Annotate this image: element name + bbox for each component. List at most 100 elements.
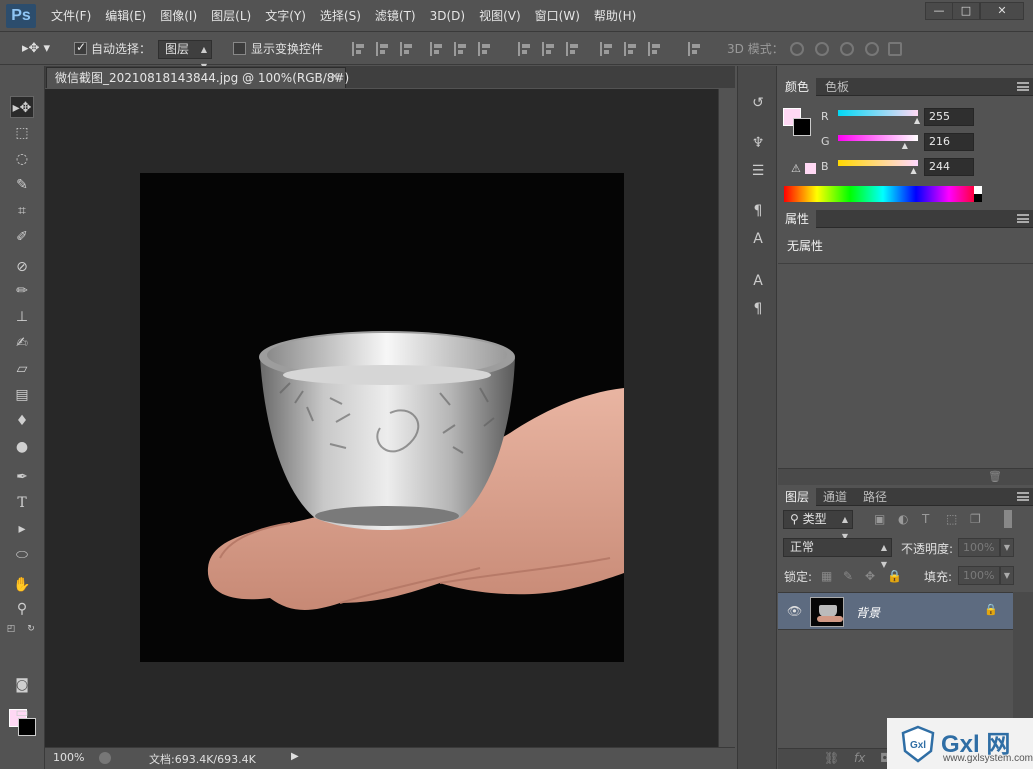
character-styles-icon[interactable]: A bbox=[749, 230, 767, 248]
status-info-icon[interactable] bbox=[99, 752, 111, 764]
healing-brush-tool-icon[interactable]: ⊘ bbox=[10, 256, 34, 278]
align-right-icon[interactable] bbox=[478, 42, 492, 56]
panel-menu-icon[interactable] bbox=[1017, 82, 1029, 91]
tab-swatches[interactable]: 色板 bbox=[818, 78, 856, 96]
layer-style-icon[interactable]: fx bbox=[854, 751, 865, 765]
path-select-tool-icon[interactable]: ▸ bbox=[10, 518, 34, 540]
quick-mask-icon[interactable]: ◙ bbox=[10, 674, 34, 696]
channel-b-slider[interactable] bbox=[838, 160, 918, 166]
align-bottom-icon[interactable] bbox=[400, 42, 414, 56]
gamut-warning-icon[interactable]: ⚠ bbox=[791, 162, 801, 175]
document-tab[interactable]: 微信截图_20210818143844.jpg @ 100%(RGB/8#) bbox=[46, 67, 349, 88]
minimize-button[interactable]: — bbox=[925, 2, 953, 20]
slide-3d-icon[interactable] bbox=[865, 42, 879, 56]
menu-window[interactable]: 窗口(W) bbox=[528, 0, 587, 32]
filter-shape-icon[interactable]: ⬚ bbox=[946, 512, 957, 526]
trash-icon[interactable]: 🗑 bbox=[988, 470, 1002, 483]
visibility-eye-icon[interactable]: 👁 bbox=[787, 604, 802, 618]
auto-align-icon[interactable] bbox=[688, 42, 702, 56]
menu-edit[interactable]: 编辑(E) bbox=[98, 0, 153, 32]
pen-tool-icon[interactable]: ✒ bbox=[10, 466, 34, 488]
menu-layer[interactable]: 图层(L) bbox=[204, 0, 258, 32]
close-tab-icon[interactable]: ✕ bbox=[330, 70, 339, 83]
vertical-scrollbar[interactable] bbox=[718, 89, 735, 747]
lock-transparent-icon[interactable]: ▦ bbox=[821, 569, 832, 583]
paragraph-styles-icon[interactable]: ¶ bbox=[749, 202, 767, 220]
opacity-dropdown-icon[interactable]: ▼ bbox=[1000, 538, 1014, 557]
filter-toggle-icon[interactable] bbox=[1004, 510, 1012, 528]
tab-layers[interactable]: 图层 bbox=[778, 488, 817, 506]
clone-stamp-tool-icon[interactable]: ⊥ bbox=[10, 306, 34, 328]
paragraph-panel-icon[interactable]: ¶ bbox=[749, 300, 767, 318]
ellipse-tool-icon[interactable]: ⬭ bbox=[10, 544, 34, 566]
gamut-color-chip[interactable] bbox=[805, 163, 816, 174]
lock-pixels-icon[interactable]: ✎ bbox=[843, 569, 853, 583]
lasso-tool-icon[interactable]: ◌ bbox=[10, 148, 34, 170]
link-layers-icon[interactable]: ⛓ bbox=[824, 751, 839, 765]
align-top-icon[interactable] bbox=[352, 42, 366, 56]
menu-type[interactable]: 文字(Y) bbox=[258, 0, 313, 32]
menu-filter[interactable]: 滤镜(T) bbox=[368, 0, 423, 32]
menu-file[interactable]: 文件(F) bbox=[44, 0, 98, 32]
close-window-button[interactable]: ✕ bbox=[980, 2, 1024, 20]
black-white-chip[interactable] bbox=[974, 186, 982, 202]
move-tool-icon[interactable]: ▸✥ bbox=[10, 96, 34, 118]
channel-b-handle-icon[interactable]: ▲ bbox=[911, 166, 917, 175]
channel-b-value[interactable]: 244 bbox=[924, 158, 974, 176]
dodge-tool-icon[interactable]: ● bbox=[10, 436, 34, 458]
distribute-hcenter-icon[interactable] bbox=[624, 42, 638, 56]
zoom-tool-icon[interactable]: ⚲ bbox=[10, 598, 34, 620]
type-tool-icon[interactable]: T bbox=[10, 492, 34, 514]
pan-3d-icon[interactable] bbox=[840, 42, 854, 56]
filter-type-icon[interactable]: T bbox=[922, 512, 929, 526]
distribute-vcenter-icon[interactable] bbox=[542, 42, 556, 56]
layer-name[interactable]: 背景 bbox=[856, 604, 880, 621]
fill-input[interactable]: 100% bbox=[958, 566, 1000, 585]
eraser-tool-icon[interactable]: ▱ bbox=[10, 358, 34, 380]
document-image[interactable] bbox=[140, 173, 624, 662]
move-tool-preset-icon[interactable]: ▸✥ ▾ bbox=[22, 40, 50, 58]
tab-channels[interactable]: 通道 bbox=[816, 488, 854, 506]
menu-help[interactable]: 帮助(H) bbox=[587, 0, 643, 32]
scale-3d-icon[interactable] bbox=[888, 42, 902, 56]
marquee-tool-icon[interactable]: ⬚ bbox=[10, 122, 34, 144]
menu-select[interactable]: 选择(S) bbox=[313, 0, 368, 32]
screen-mode-icon[interactable]: ▭ bbox=[10, 702, 34, 724]
menu-view[interactable]: 视图(V) bbox=[472, 0, 528, 32]
layer-row[interactable]: 👁 背景 🔒 bbox=[778, 592, 1013, 630]
character-panel-icon[interactable]: A bbox=[749, 272, 767, 290]
tab-properties[interactable]: 属性 bbox=[778, 210, 817, 228]
channel-g-value[interactable]: 216 bbox=[924, 133, 974, 151]
tab-color[interactable]: 颜色 bbox=[778, 78, 817, 96]
distribute-top-icon[interactable] bbox=[518, 42, 532, 56]
align-hcenter-icon[interactable] bbox=[454, 42, 468, 56]
color-background-swatch[interactable] bbox=[793, 118, 811, 136]
align-vcenter-icon[interactable] bbox=[376, 42, 390, 56]
distribute-left-icon[interactable] bbox=[600, 42, 614, 56]
brush-presets-icon[interactable]: ☰ bbox=[749, 162, 767, 180]
tab-paths[interactable]: 路径 bbox=[856, 488, 894, 506]
gradient-tool-icon[interactable]: ▤ bbox=[10, 384, 34, 406]
menu-image[interactable]: 图像(I) bbox=[153, 0, 204, 32]
status-menu-arrow-icon[interactable]: ▶ bbox=[291, 751, 299, 762]
distribute-bottom-icon[interactable] bbox=[566, 42, 580, 56]
channel-r-slider[interactable] bbox=[838, 110, 918, 116]
channel-r-value[interactable]: 255 bbox=[924, 108, 974, 126]
auto-select-checkbox[interactable] bbox=[74, 40, 87, 55]
channel-g-handle-icon[interactable]: ▲ bbox=[902, 141, 908, 150]
roll-3d-icon[interactable] bbox=[815, 42, 829, 56]
history-brush-tool-icon[interactable]: ✍ bbox=[10, 332, 34, 354]
align-left-icon[interactable] bbox=[430, 42, 444, 56]
crop-tool-icon[interactable]: ⌗ bbox=[10, 200, 34, 222]
zoom-level[interactable]: 100% bbox=[53, 751, 84, 764]
panel-menu-icon[interactable] bbox=[1017, 492, 1029, 501]
layer-filter-dropdown[interactable]: ⚲ 类型 ▲ ▼ bbox=[783, 510, 853, 541]
rotate-3d-icon[interactable] bbox=[790, 42, 804, 56]
eyedropper-tool-icon[interactable]: ✐ bbox=[10, 226, 34, 248]
auto-select-target-dropdown[interactable]: 图层 ▲▼ bbox=[158, 40, 212, 71]
distribute-right-icon[interactable] bbox=[648, 42, 662, 56]
maximize-button[interactable]: □ bbox=[952, 2, 980, 20]
panel-menu-icon[interactable] bbox=[1017, 214, 1029, 223]
swap-colors-icon[interactable]: ↻ bbox=[24, 622, 38, 636]
filter-smart-object-icon[interactable]: ❐ bbox=[970, 512, 981, 526]
